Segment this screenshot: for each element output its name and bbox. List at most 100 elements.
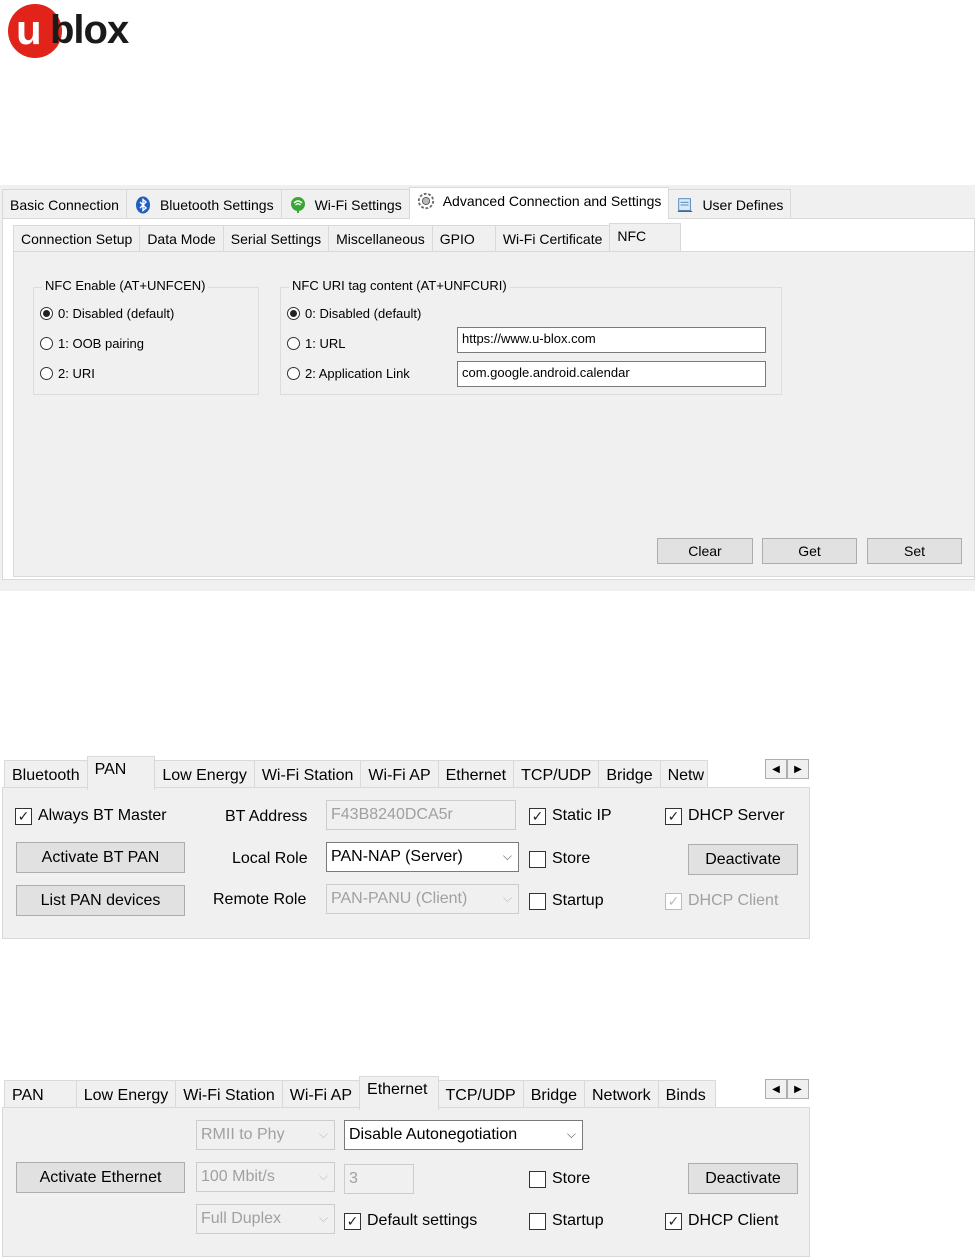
- radio-uri-app-link[interactable]: 2: Application Link: [287, 366, 410, 381]
- get-button[interactable]: Get: [762, 538, 857, 564]
- checkbox[interactable]: ✓: [15, 807, 32, 825]
- radio-button[interactable]: [40, 337, 53, 350]
- tab-wifi-settings[interactable]: Wi-Fi Settings: [280, 189, 410, 219]
- tab-pan[interactable]: PAN: [4, 1080, 77, 1110]
- subtab-wifi-certificate[interactable]: Wi-Fi Certificate: [494, 225, 611, 251]
- tab-scroll-left-icon[interactable]: ◀: [765, 1079, 787, 1099]
- remote-role-select: PAN-PANU (Client) ⌵: [326, 884, 519, 914]
- tab-basic-connection[interactable]: Basic Connection: [2, 189, 127, 219]
- radio-nfc-oob[interactable]: 1: OOB pairing: [40, 336, 144, 351]
- radio-uri-url[interactable]: 1: URL: [287, 336, 345, 351]
- tab-wifi-ap[interactable]: Wi-Fi AP: [360, 760, 439, 790]
- dhcp-client-checkbox[interactable]: ✓ DHCP Client: [665, 1212, 778, 1230]
- tab-wifi-station[interactable]: Wi-Fi Station: [253, 760, 362, 790]
- nfc-enable-group: NFC Enable (AT+UNFCEN) 0: Disabled (defa…: [33, 278, 259, 395]
- radio-nfc-uri[interactable]: 2: URI: [40, 366, 95, 381]
- static-ip-checkbox[interactable]: ✓ Static IP: [529, 807, 612, 825]
- store-checkbox[interactable]: Store: [529, 1170, 590, 1188]
- checkbox[interactable]: [529, 1170, 546, 1188]
- subtab-gpio[interactable]: GPIO: [431, 225, 496, 251]
- radio-button[interactable]: [40, 307, 53, 320]
- subtab-data-mode[interactable]: Data Mode: [139, 225, 224, 251]
- subtab-miscellaneous[interactable]: Miscellaneous: [328, 225, 433, 251]
- checkbox[interactable]: ✓: [529, 807, 546, 825]
- tab-bluetooth[interactable]: Bluetooth: [4, 760, 88, 790]
- local-role-select[interactable]: PAN-NAP (Server) ⌵: [326, 842, 519, 872]
- radio-button[interactable]: [287, 307, 300, 320]
- tab-binds[interactable]: Binds: [657, 1080, 716, 1110]
- main-tabbar: Basic Connection Bluetooth Settings Wi-F…: [2, 185, 792, 219]
- dhcp-client-checkbox: ✓ DHCP Client: [665, 892, 778, 910]
- checkbox[interactable]: ✓: [665, 807, 682, 825]
- tab-user-defines[interactable]: User Defines: [668, 189, 792, 219]
- sub-tabbar: Connection Setup Data Mode Serial Settin…: [13, 223, 682, 251]
- dhcp-server-checkbox[interactable]: ✓ DHCP Server: [665, 807, 785, 825]
- main-tab-content: Connection Setup Data Mode Serial Settin…: [2, 218, 975, 580]
- subtab-connection-setup[interactable]: Connection Setup: [13, 225, 141, 251]
- checkbox[interactable]: [529, 1212, 546, 1230]
- pan-tabbar: Bluetooth PAN Low Energy Wi-Fi Station W…: [4, 756, 708, 790]
- checkbox[interactable]: ✓: [344, 1212, 361, 1230]
- pan-content: ✓ Always BT Master Activate BT PAN List …: [2, 787, 810, 939]
- panel-nfc: Basic Connection Bluetooth Settings Wi-F…: [0, 185, 975, 591]
- url-input[interactable]: https://www.u-blox.com: [457, 327, 766, 353]
- autonegotiation-select[interactable]: Disable Autonegotiation ⌵: [344, 1120, 583, 1150]
- tab-advanced-connection[interactable]: Advanced Connection and Settings: [408, 187, 670, 219]
- activate-ethernet-button[interactable]: Activate Ethernet: [16, 1162, 185, 1193]
- logo-u: u: [16, 6, 42, 53]
- always-bt-master-checkbox[interactable]: ✓ Always BT Master: [15, 807, 167, 825]
- checkbox[interactable]: ✓: [665, 1212, 682, 1230]
- tab-scroll-left-icon[interactable]: ◀: [765, 759, 787, 779]
- tab-low-energy[interactable]: Low Energy: [154, 760, 255, 790]
- chevron-down-icon: ⌵: [566, 1127, 576, 1141]
- list-pan-devices-button[interactable]: List PAN devices: [16, 885, 185, 916]
- deactivate-button[interactable]: Deactivate: [688, 1163, 798, 1194]
- subtab-nfc[interactable]: NFC: [609, 223, 682, 251]
- app-link-input[interactable]: com.google.android.calendar: [457, 361, 766, 387]
- tab-network-truncated[interactable]: Netw: [659, 760, 708, 790]
- nfc-uri-title: NFC URI tag content (AT+UNFCURI): [289, 278, 510, 293]
- tab-scroll-right-icon[interactable]: ▶: [787, 759, 809, 779]
- tab-wifi-station[interactable]: Wi-Fi Station: [175, 1080, 283, 1110]
- radio-button[interactable]: [287, 337, 300, 350]
- default-settings-checkbox[interactable]: ✓ Default settings: [344, 1212, 477, 1230]
- duplex-select: Full Duplex ⌵: [196, 1204, 335, 1234]
- ethernet-tabbar: PAN Low Energy Wi-Fi Station Wi-Fi AP Et…: [4, 1076, 716, 1110]
- tab-wifi-ap[interactable]: Wi-Fi AP: [281, 1080, 361, 1110]
- radio-nfc-disabled[interactable]: 0: Disabled (default): [40, 306, 174, 321]
- tab-bluetooth-settings[interactable]: Bluetooth Settings: [125, 189, 282, 219]
- chevron-down-icon: ⌵: [318, 1127, 328, 1141]
- speed-select: 100 Mbit/s ⌵: [196, 1162, 335, 1192]
- tab-scroll-right-icon[interactable]: ▶: [787, 1079, 809, 1099]
- subtab-serial-settings[interactable]: Serial Settings: [222, 225, 330, 251]
- nfc-enable-title: NFC Enable (AT+UNFCEN): [42, 278, 209, 293]
- startup-checkbox[interactable]: Startup: [529, 1212, 604, 1230]
- radio-button[interactable]: [287, 367, 300, 380]
- tab-ethernet[interactable]: Ethernet: [359, 1076, 439, 1110]
- radio-button[interactable]: [40, 367, 53, 380]
- clear-button[interactable]: Clear: [657, 538, 753, 564]
- checkbox[interactable]: [529, 892, 546, 910]
- deactivate-button[interactable]: Deactivate: [688, 844, 798, 875]
- tab-bridge[interactable]: Bridge: [598, 760, 661, 790]
- tab-low-energy[interactable]: Low Energy: [75, 1080, 177, 1110]
- tab-bridge[interactable]: Bridge: [522, 1080, 585, 1110]
- radio-uri-disabled[interactable]: 0: Disabled (default): [287, 306, 421, 321]
- set-button[interactable]: Set: [867, 538, 962, 564]
- tab-tcp-udp[interactable]: TCP/UDP: [513, 760, 600, 790]
- tab-network[interactable]: Network: [583, 1080, 659, 1110]
- nfc-content: NFC Enable (AT+UNFCEN) 0: Disabled (defa…: [13, 251, 975, 577]
- remote-role-label: Remote Role: [213, 891, 307, 908]
- chevron-down-icon: ⌵: [502, 891, 512, 905]
- activate-bt-pan-button[interactable]: Activate BT PAN: [16, 842, 185, 873]
- phy-address-field: 3: [344, 1164, 414, 1194]
- store-checkbox[interactable]: Store: [529, 850, 590, 868]
- tab-ethernet[interactable]: Ethernet: [437, 760, 515, 790]
- tab-tcp-udp[interactable]: TCP/UDP: [437, 1080, 524, 1110]
- startup-checkbox[interactable]: Startup: [529, 892, 604, 910]
- bt-address-field: F43B8240DCA5r: [326, 800, 516, 830]
- local-role-label: Local Role: [232, 850, 308, 867]
- panel-pan: Bluetooth PAN Low Energy Wi-Fi Station W…: [0, 756, 812, 940]
- checkbox[interactable]: [529, 850, 546, 868]
- tab-pan[interactable]: PAN: [86, 756, 156, 790]
